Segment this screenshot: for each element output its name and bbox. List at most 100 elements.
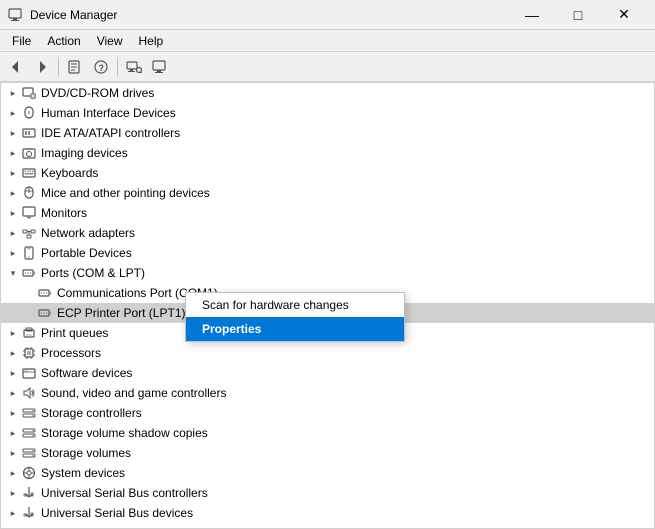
icon-sound bbox=[21, 385, 37, 401]
label-usb: Universal Serial Bus controllers bbox=[41, 486, 208, 500]
expander-ports[interactable] bbox=[5, 265, 21, 281]
properties-toolbar-button[interactable] bbox=[63, 55, 87, 79]
icon-storage bbox=[21, 405, 37, 421]
label-ports: Ports (COM & LPT) bbox=[41, 266, 145, 280]
expander-storvol[interactable] bbox=[5, 445, 21, 461]
icon-keyboards bbox=[21, 165, 37, 181]
toolbar: ? bbox=[0, 52, 655, 82]
label-ide: IDE ATA/ATAPI controllers bbox=[41, 126, 180, 140]
icon-imaging bbox=[21, 145, 37, 161]
expander-portable[interactable] bbox=[5, 245, 21, 261]
expander-dvd[interactable] bbox=[5, 85, 21, 101]
icon-lpt1 bbox=[37, 305, 53, 321]
tree-item-sysdev[interactable]: System devices bbox=[1, 463, 654, 483]
expander-com1 bbox=[21, 285, 37, 301]
icon-sysdev bbox=[21, 465, 37, 481]
label-hid: Human Interface Devices bbox=[41, 106, 176, 120]
tree-item-ports[interactable]: Ports (COM & LPT) bbox=[1, 263, 654, 283]
menu-action[interactable]: Action bbox=[39, 31, 88, 51]
label-proc: Processors bbox=[41, 346, 101, 360]
tree-item-monitors[interactable]: Monitors bbox=[1, 203, 654, 223]
expander-imaging[interactable] bbox=[5, 145, 21, 161]
tree-item-storvol[interactable]: Storage volumes bbox=[1, 443, 654, 463]
maximize-button[interactable]: □ bbox=[555, 0, 601, 30]
expander-proc[interactable] bbox=[5, 345, 21, 361]
tree-item-network[interactable]: Network adapters bbox=[1, 223, 654, 243]
menu-help[interactable]: Help bbox=[131, 31, 172, 51]
tree-item-hid[interactable]: Human Interface Devices bbox=[1, 103, 654, 123]
icon-ide bbox=[21, 125, 37, 141]
expander-storvss[interactable] bbox=[5, 425, 21, 441]
tree-item-keyboards[interactable]: Keyboards bbox=[1, 163, 654, 183]
menu-view[interactable]: View bbox=[89, 31, 131, 51]
label-network: Network adapters bbox=[41, 226, 135, 240]
tree-item-sound[interactable]: Sound, video and game controllers bbox=[1, 383, 654, 403]
expander-printq[interactable] bbox=[5, 325, 21, 341]
tree-item-imaging[interactable]: Imaging devices bbox=[1, 143, 654, 163]
icon-storvol bbox=[21, 445, 37, 461]
tree-item-storage[interactable]: Storage controllers bbox=[1, 403, 654, 423]
expander-hid[interactable] bbox=[5, 105, 21, 121]
window-title: Device Manager bbox=[30, 8, 509, 22]
expander-lpt1 bbox=[21, 305, 37, 321]
expander-keyboards[interactable] bbox=[5, 165, 21, 181]
tree-item-portable[interactable]: Portable Devices bbox=[1, 243, 654, 263]
label-dvd: DVD/CD-ROM drives bbox=[41, 86, 154, 100]
tree-item-ide[interactable]: IDE ATA/ATAPI controllers bbox=[1, 123, 654, 143]
minimize-button[interactable]: — bbox=[509, 0, 555, 30]
expander-storage[interactable] bbox=[5, 405, 21, 421]
expander-sound[interactable] bbox=[5, 385, 21, 401]
window-controls[interactable]: — □ ✕ bbox=[509, 0, 647, 30]
icon-software bbox=[21, 365, 37, 381]
app-icon bbox=[8, 7, 24, 23]
icon-usbdev bbox=[21, 505, 37, 521]
expander-monitors[interactable] bbox=[5, 205, 21, 221]
expander-mice[interactable] bbox=[5, 185, 21, 201]
icon-com1 bbox=[37, 285, 53, 301]
expander-software[interactable] bbox=[5, 365, 21, 381]
title-bar: Device Manager — □ ✕ bbox=[0, 0, 655, 30]
forward-button[interactable] bbox=[30, 55, 54, 79]
back-button[interactable] bbox=[4, 55, 28, 79]
tree-item-storvss[interactable]: Storage volume shadow copies bbox=[1, 423, 654, 443]
label-storage: Storage controllers bbox=[41, 406, 142, 420]
label-mice: Mice and other pointing devices bbox=[41, 186, 210, 200]
expander-sysdev[interactable] bbox=[5, 465, 21, 481]
tree-item-usb[interactable]: Universal Serial Bus controllers bbox=[1, 483, 654, 503]
context-menu-properties[interactable]: Properties bbox=[186, 317, 404, 341]
main-area: DVD/CD-ROM drives Human Interface Device… bbox=[0, 82, 655, 529]
icon-storvss bbox=[21, 425, 37, 441]
expander-usb[interactable] bbox=[5, 485, 21, 501]
label-printq: Print queues bbox=[41, 326, 108, 340]
svg-text:?: ? bbox=[99, 63, 105, 73]
icon-printq bbox=[21, 325, 37, 341]
menu-bar: File Action View Help bbox=[0, 30, 655, 52]
icon-ports bbox=[21, 265, 37, 281]
label-imaging: Imaging devices bbox=[41, 146, 128, 160]
label-monitors: Monitors bbox=[41, 206, 87, 220]
expander-ide[interactable] bbox=[5, 125, 21, 141]
label-portable: Portable Devices bbox=[41, 246, 132, 260]
icon-usb bbox=[21, 485, 37, 501]
expander-network[interactable] bbox=[5, 225, 21, 241]
menu-file[interactable]: File bbox=[4, 31, 39, 51]
label-storvss: Storage volume shadow copies bbox=[41, 426, 208, 440]
close-button[interactable]: ✕ bbox=[601, 0, 647, 30]
scan-hardware-button[interactable] bbox=[122, 55, 146, 79]
context-menu-scan[interactable]: Scan for hardware changes bbox=[186, 293, 404, 317]
icon-portable bbox=[21, 245, 37, 261]
tree-item-proc[interactable]: Processors bbox=[1, 343, 654, 363]
tree-item-software[interactable]: Software devices bbox=[1, 363, 654, 383]
display-button[interactable] bbox=[148, 55, 172, 79]
label-software: Software devices bbox=[41, 366, 132, 380]
icon-hid bbox=[21, 105, 37, 121]
tree-item-mice[interactable]: Mice and other pointing devices bbox=[1, 183, 654, 203]
expander-usbdev[interactable] bbox=[5, 505, 21, 521]
tree-item-dvd[interactable]: DVD/CD-ROM drives bbox=[1, 83, 654, 103]
label-keyboards: Keyboards bbox=[41, 166, 98, 180]
label-usbdev: Universal Serial Bus devices bbox=[41, 506, 193, 520]
icon-monitors bbox=[21, 205, 37, 221]
help-toolbar-button[interactable]: ? bbox=[89, 55, 113, 79]
tree-item-usbdev[interactable]: Universal Serial Bus devices bbox=[1, 503, 654, 523]
toolbar-sep-1 bbox=[58, 57, 59, 77]
